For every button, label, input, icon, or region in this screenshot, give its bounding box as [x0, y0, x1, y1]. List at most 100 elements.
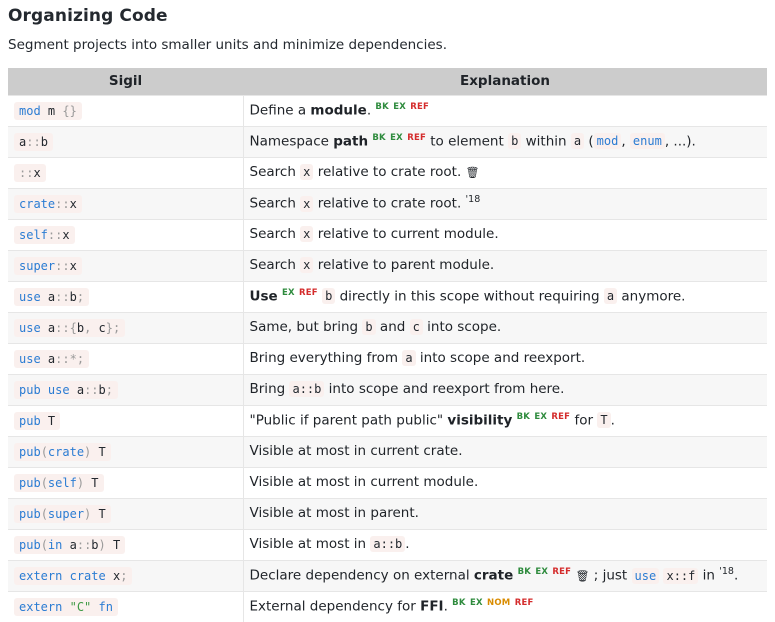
sigil-cell-use-glob: use a::*;: [8, 344, 243, 375]
table-row: pub(super) T Visible at most in parent.: [8, 499, 767, 530]
table-row: pub T "Public if parent path public" vis…: [8, 406, 767, 437]
code-pill: pub(in a::b) T: [14, 536, 125, 554]
badge-bk: BK: [372, 133, 385, 143]
code-pill: pub(self) T: [14, 474, 104, 492]
inline-code: b: [508, 133, 521, 149]
column-header-sigil: Sigil: [8, 68, 243, 96]
explanation-cell-pub: "Public if parent path public" visibilit…: [243, 406, 767, 437]
sigil-cell-extern-c-fn: extern "C" fn: [8, 592, 243, 622]
sigil-cell-root-path: ::x: [8, 158, 243, 189]
table-row: super::x Search x relative to parent mod…: [8, 251, 767, 282]
explanation-cell-use: Use EX REF b directly in this scope with…: [243, 282, 767, 313]
inline-code: x::f: [663, 568, 698, 584]
inline-code: a::b: [289, 381, 324, 397]
table-body: mod m {} Define a module. BK EX REF a::b…: [8, 96, 767, 622]
table-row: pub use a::b; Bring a::b into scope and …: [8, 375, 767, 406]
explanation-cell-use-glob: Bring everything from a into scope and r…: [243, 344, 767, 375]
page-subtitle: Segment projects into smaller units and …: [8, 37, 767, 53]
badge-nom: NOM: [487, 598, 510, 608]
table-header-row: Sigil Explanation: [8, 68, 767, 96]
inline-code: x: [300, 257, 313, 273]
inline-code: T: [597, 412, 610, 428]
code-pill: self::x: [14, 226, 75, 244]
badge-ref: REF: [410, 102, 429, 112]
inline-code: a: [604, 288, 617, 304]
explanation-cell-path: Namespace path BK EX REF to element b wi…: [243, 127, 767, 158]
table-row: pub(crate) T Visible at most in current …: [8, 437, 767, 468]
badge-ref: REF: [552, 567, 571, 577]
inline-code: x: [300, 226, 313, 242]
badge-bk: BK: [517, 412, 530, 422]
inline-code: b: [362, 319, 375, 335]
badge-ex: EX: [470, 598, 483, 608]
bin-icon: 🗑: [466, 166, 480, 179]
table-row: ::x Search x relative to crate root. 🗑: [8, 158, 767, 189]
table-row: mod m {} Define a module. BK EX REF: [8, 96, 767, 127]
sigil-cell-pub-crate: pub(crate) T: [8, 437, 243, 468]
explanation-cell-pub-use: Bring a::b into scope and reexport from …: [243, 375, 767, 406]
code-pill: pub(super) T: [14, 505, 111, 523]
edition-badge: '18: [719, 566, 734, 577]
explanation-cell-use-group: Same, but bring b and c into scope.: [243, 313, 767, 344]
badge-ex: EX: [393, 102, 406, 112]
inline-code: a: [402, 350, 415, 366]
badge-ex: EX: [534, 412, 547, 422]
code-pill: use a::*;: [14, 350, 89, 368]
badge-ref: REF: [551, 412, 570, 422]
table-row: pub(in a::b) T Visible at most in a::b.: [8, 530, 767, 561]
badge-ref: REF: [515, 598, 534, 608]
organizing-code-table: Sigil Explanation mod m {} Define a modu…: [8, 68, 767, 622]
sigil-cell-use-group: use a::{b, c};: [8, 313, 243, 344]
table-row: pub(self) T Visible at most in current m…: [8, 468, 767, 499]
table-row: crate::x Search x relative to crate root…: [8, 189, 767, 220]
explanation-cell-crate-path: Search x relative to crate root. '18: [243, 189, 767, 220]
code-pill: use a::b;: [14, 288, 89, 306]
table-row: a::b Namespace path BK EX REF to element…: [8, 127, 767, 158]
bin-icon: 🗑: [575, 570, 589, 583]
inline-code: x: [300, 164, 313, 180]
sigil-cell-pub: pub T: [8, 406, 243, 437]
inline-code: x: [300, 196, 313, 212]
explanation-cell-extern-crate: Declare dependency on external crate BK …: [243, 561, 767, 592]
table-row: self::x Search x relative to current mod…: [8, 220, 767, 251]
inline-code: c: [410, 319, 423, 335]
table-row: use a::*; Bring everything from a into s…: [8, 344, 767, 375]
code-pill: use a::{b, c};: [14, 319, 125, 337]
edition-badge: '18: [466, 194, 481, 205]
code-pill: mod m {}: [14, 102, 82, 120]
badge-ex: EX: [390, 133, 403, 143]
code-pill: ::x: [14, 164, 46, 182]
cheatsheet-page: Organizing Code Segment projects into sm…: [0, 6, 775, 622]
sigil-cell-path: a::b: [8, 127, 243, 158]
table-row: use a::{b, c}; Same, but bring b and c i…: [8, 313, 767, 344]
explanation-cell-pub-super: Visible at most in parent.: [243, 499, 767, 530]
badge-bk: BK: [452, 598, 465, 608]
badge-ex: EX: [535, 567, 548, 577]
inline-code: mod: [594, 133, 622, 149]
inline-code: a::b: [370, 536, 405, 552]
badge-ref: REF: [299, 288, 318, 298]
column-header-explanation: Explanation: [243, 68, 767, 96]
code-pill: extern "C" fn: [14, 598, 118, 616]
explanation-cell-root-path: Search x relative to crate root. 🗑: [243, 158, 767, 189]
sigil-cell-use: use a::b;: [8, 282, 243, 313]
inline-code: b: [322, 288, 335, 304]
inline-code: use: [632, 568, 660, 584]
badge-bk: BK: [518, 567, 531, 577]
badge-ref: REF: [407, 133, 426, 143]
sigil-cell-pub-use: pub use a::b;: [8, 375, 243, 406]
table-row: extern crate x; Declare dependency on ex…: [8, 561, 767, 592]
sigil-cell-super-path: super::x: [8, 251, 243, 282]
explanation-cell-pub-self: Visible at most in current module.: [243, 468, 767, 499]
sigil-cell-mod: mod m {}: [8, 96, 243, 127]
table-row: extern "C" fn External dependency for FF…: [8, 592, 767, 622]
explanation-cell-self-path: Search x relative to current module.: [243, 220, 767, 251]
code-pill: pub use a::b;: [14, 381, 118, 399]
sigil-cell-extern-crate: extern crate x;: [8, 561, 243, 592]
code-pill: a::b: [14, 133, 53, 151]
code-pill: extern crate x;: [14, 567, 132, 585]
explanation-cell-mod: Define a module. BK EX REF: [243, 96, 767, 127]
code-pill: crate::x: [14, 195, 82, 213]
code-pill: pub T: [14, 412, 60, 430]
sigil-cell-self-path: self::x: [8, 220, 243, 251]
